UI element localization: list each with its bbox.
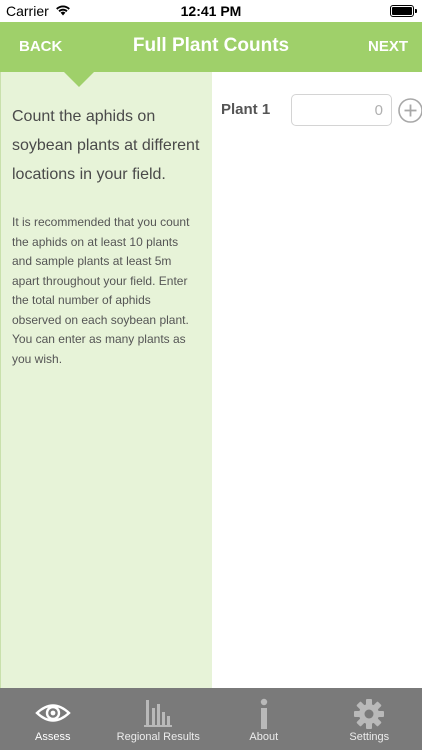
gear-icon xyxy=(317,698,422,730)
instructions-detail: It is recommended that you count the aph… xyxy=(12,215,190,366)
navigation-bar: BACK Full Plant Counts NEXT xyxy=(0,22,422,72)
tab-assess[interactable]: Assess xyxy=(0,688,106,750)
plant-count-input[interactable] xyxy=(291,94,392,126)
plant-row: Plant 1 xyxy=(221,94,422,126)
instructions-panel: Count the aphids on soybean plants at di… xyxy=(0,72,212,688)
status-bar: Carrier 12:41 PM xyxy=(0,0,422,22)
tab-label: Assess xyxy=(35,731,71,743)
tab-label: Regional Results xyxy=(116,731,200,743)
tab-bar: Assess Regional Results About Settings xyxy=(0,688,422,750)
tab-settings[interactable]: Settings xyxy=(317,688,422,750)
tab-label: About xyxy=(249,731,279,743)
status-time: 12:41 PM xyxy=(180,3,242,19)
instructions-intro: Count the aphids on soybean plants at di… xyxy=(12,108,200,183)
tab-about[interactable]: About xyxy=(211,688,317,750)
plant-label: Plant 1 xyxy=(221,101,271,118)
nav-pointer-notch xyxy=(64,72,94,87)
info-icon xyxy=(211,698,317,730)
eye-icon xyxy=(0,698,106,730)
tab-regional-results[interactable]: Regional Results xyxy=(106,688,212,750)
add-plant-button[interactable] xyxy=(398,98,422,123)
page-title: Full Plant Counts xyxy=(132,35,290,56)
battery-icon xyxy=(390,5,417,17)
bar-chart-icon xyxy=(106,698,212,730)
plus-circle-icon xyxy=(398,98,422,123)
plant-counts-panel: Plant 1 xyxy=(212,72,422,688)
tab-label: Settings xyxy=(349,731,390,743)
next-button[interactable]: NEXT xyxy=(368,38,408,55)
